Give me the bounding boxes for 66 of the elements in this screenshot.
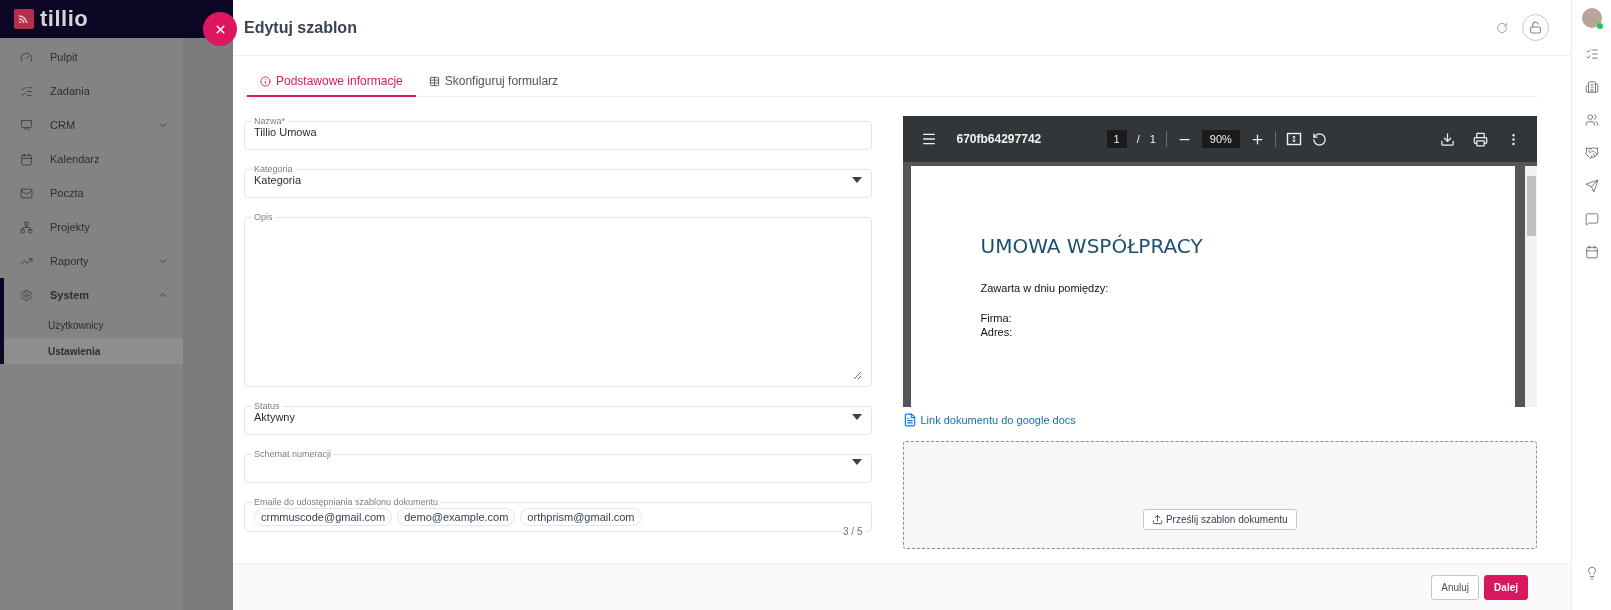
users-icon[interactable] <box>1584 113 1599 127</box>
file-name: 670fb64297742 <box>956 132 1043 146</box>
sidebar-item[interactable]: Zadania <box>0 74 183 108</box>
logo-icon <box>14 9 34 29</box>
name-input[interactable]: Tillio Umowa <box>254 126 862 138</box>
sidebar-item[interactable]: Kalendarz <box>0 142 183 176</box>
page-separator: / <box>1136 133 1140 145</box>
caret-icon <box>851 414 862 420</box>
document-text: Zawarta w dniu pomiędzy: <box>980 282 1110 294</box>
refresh-icon[interactable] <box>1496 21 1508 34</box>
page-field[interactable]: 1 <box>1106 130 1127 148</box>
logo-text: tillio <box>40 6 89 32</box>
cancel-button[interactable]: Anuluj <box>1431 574 1480 600</box>
sidebar-subitem[interactable]: Ustawienia <box>0 338 183 364</box>
upload-dropzone[interactable]: Prześlij szablon dokumentu <box>902 441 1537 549</box>
field-label: Opis <box>253 212 274 222</box>
sidebar-item[interactable]: CRM <box>0 108 183 142</box>
document-icon <box>902 413 917 427</box>
field-label: Nazwa* <box>253 116 286 126</box>
tab[interactable]: Podstawowe informacje <box>247 68 416 97</box>
sidebar-item[interactable]: Pulpit <box>0 40 183 74</box>
rotate-icon[interactable] <box>1311 131 1327 147</box>
next-button[interactable]: Dalej <box>1484 574 1528 600</box>
field-label: Kategoria <box>253 164 294 174</box>
building-icon[interactable] <box>1584 80 1599 94</box>
unlock-icon <box>1529 21 1542 34</box>
dropdown-field[interactable]: Schemat numeracji <box>244 449 872 483</box>
document-heading: UMOWA WSPÓŁPRACY <box>980 234 1204 258</box>
zoom-in-icon[interactable] <box>1249 131 1265 147</box>
fit-page-icon[interactable] <box>1285 131 1302 147</box>
caret-icon <box>851 177 862 183</box>
sidebar-item[interactable]: System <box>0 278 183 312</box>
description-field[interactable]: Opis <box>244 212 872 387</box>
page-total: 1 <box>1149 133 1156 145</box>
info-icon <box>260 75 271 87</box>
table-icon <box>428 75 440 87</box>
dropdown-field[interactable]: Status Aktywny <box>244 401 872 435</box>
document-text: Firma: <box>980 312 1013 324</box>
zoom-field[interactable]: 90% <box>1201 130 1240 148</box>
sidebar-item[interactable]: Raporty <box>0 244 183 278</box>
caret-icon <box>851 459 862 465</box>
scrollbar[interactable] <box>1525 166 1537 407</box>
handshake-icon[interactable] <box>1584 146 1599 160</box>
calendar-icon[interactable] <box>1584 245 1599 259</box>
upload-icon <box>1151 514 1163 525</box>
modal-title: Edytuj szablon <box>244 18 358 37</box>
field-label: Status <box>253 401 281 411</box>
count-label: 3 / 5 <box>841 526 865 537</box>
close-icon <box>213 22 227 36</box>
google-docs-link[interactable]: Link dokumentu do google docs <box>902 413 1076 427</box>
tasks-icon[interactable] <box>1584 47 1599 61</box>
lock-button[interactable] <box>1522 14 1549 41</box>
name-field[interactable]: Nazwa* Tillio Umowa <box>244 116 872 150</box>
send-icon[interactable] <box>1584 179 1599 193</box>
dropdown-field[interactable]: Kategoria Kategoria <box>244 164 872 198</box>
user-avatar[interactable] <box>1581 8 1602 28</box>
field-label: Emaile do udostępniania szablonu dokumentu <box>253 497 440 507</box>
print-icon[interactable] <box>1473 131 1488 147</box>
document-text: Adres: <box>980 326 1014 338</box>
field-label: Schemat numeracji <box>253 449 333 459</box>
tab[interactable]: Skonfiguruj formularz <box>415 68 572 97</box>
message-icon[interactable] <box>1584 212 1599 226</box>
download-icon[interactable] <box>1440 131 1455 147</box>
sidebar-item[interactable]: Poczta <box>0 176 183 210</box>
sidebar-item[interactable]: Projekty <box>0 210 183 244</box>
upload-button[interactable]: Prześlij szablon dokumentu <box>1142 509 1297 530</box>
